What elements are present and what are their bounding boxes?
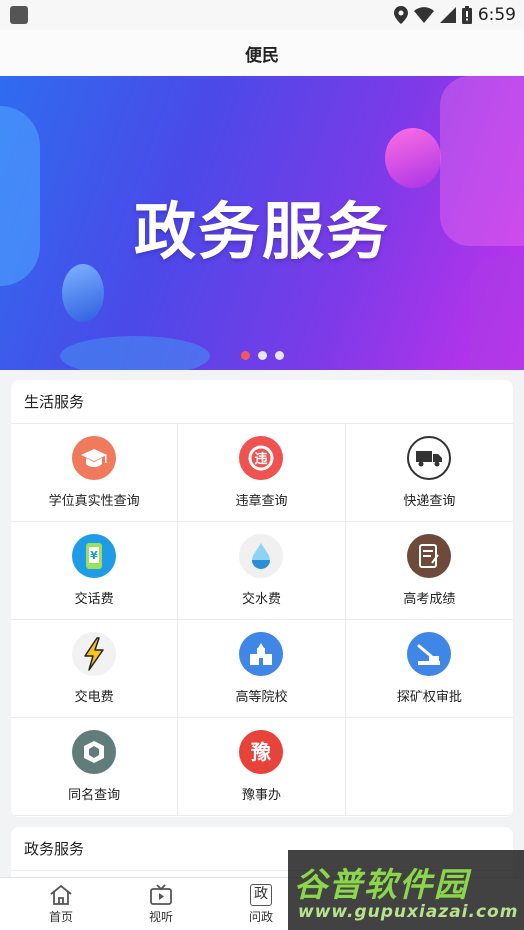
service-water-bill[interactable]: 交水费 <box>178 522 346 620</box>
service-label: 违章查询 <box>235 494 288 509</box>
home-icon <box>50 884 72 905</box>
service-yushiban[interactable]: 豫 豫事办 <box>178 718 346 816</box>
title-bar: 便民 <box>0 30 524 76</box>
service-mining-approval[interactable]: 探矿权审批 <box>345 620 513 718</box>
banner-title: 政务服务 <box>133 195 390 268</box>
tab-home[interactable]: 首页 <box>11 878 111 930</box>
signal-icon <box>439 7 456 23</box>
service-exam-score[interactable]: 高考成绩 <box>345 522 513 620</box>
phone-bill-icon: ¥ <box>72 534 117 578</box>
tab-label: 首页 <box>48 910 73 924</box>
exam-score-icon <box>407 534 452 578</box>
service-label: 学位真实性查询 <box>48 494 140 509</box>
svg-text:违: 违 <box>255 451 268 467</box>
carousel-dot[interactable] <box>240 351 250 360</box>
graduation-cap-icon <box>72 436 117 480</box>
carousel-indicator <box>0 351 524 360</box>
service-label: 交水费 <box>241 592 281 607</box>
service-phone-bill[interactable]: ¥ 交话费 <box>11 522 179 620</box>
svg-text:豫: 豫 <box>251 740 271 764</box>
service-label: 交电费 <box>74 690 114 705</box>
delivery-truck-icon <box>407 436 452 480</box>
service-label: 豫事办 <box>241 788 281 803</box>
service-label: 高等院校 <box>235 690 288 705</box>
service-traffic-violation[interactable]: 违 违章查询 <box>178 424 346 522</box>
watermark-url: www.gupuxiazai.com <box>298 902 519 922</box>
service-degree-verify[interactable]: 学位真实性查询 <box>11 424 179 522</box>
service-label: 高考成绩 <box>403 592 456 607</box>
battery-icon <box>461 6 472 24</box>
service-electricity-bill[interactable]: 交电费 <box>11 620 179 718</box>
service-label: 同名查询 <box>68 788 121 803</box>
same-name-icon <box>72 730 117 774</box>
watermark: 谷普软件园 www.gupuxiazai.com <box>288 850 524 930</box>
location-icon <box>393 6 408 24</box>
wifi-icon <box>413 7 434 23</box>
empty-cell <box>345 718 513 816</box>
banner-carousel[interactable]: 政务服务 <box>0 76 524 370</box>
yushiban-icon: 豫 <box>239 730 284 774</box>
service-label: 探矿权审批 <box>396 690 462 705</box>
svg-text:¥: ¥ <box>90 549 98 562</box>
traffic-violation-icon: 违 <box>239 436 284 480</box>
carousel-dot[interactable] <box>274 351 284 360</box>
service-express-tracking[interactable]: 快递查询 <box>345 424 513 522</box>
watermark-title: 谷普软件园 <box>294 865 469 904</box>
life-services-card: 生活服务 学位真实性查询 违 违章查询 快递查询 ¥ 交话费 交水费 高考成绩 … <box>11 380 513 817</box>
lightning-icon <box>72 632 117 676</box>
mining-approval-icon <box>407 632 452 676</box>
service-same-name[interactable]: 同名查询 <box>11 718 179 816</box>
status-bar: 6:59 <box>0 0 524 30</box>
carousel-dot[interactable] <box>257 351 267 360</box>
service-label: 交话费 <box>74 592 114 607</box>
section-title: 生活服务 <box>11 380 513 424</box>
gov-icon: 政 <box>250 884 272 906</box>
tab-label: 问政 <box>248 910 273 924</box>
tab-label: 视听 <box>148 910 173 924</box>
notification-icon <box>10 6 28 24</box>
service-label: 快递查询 <box>403 494 456 509</box>
services-grid: 学位真实性查询 违 违章查询 快递查询 ¥ 交话费 交水费 高考成绩 交电费 高… <box>11 424 513 816</box>
tab-audiovisual[interactable]: 视听 <box>111 878 211 930</box>
tv-icon <box>150 884 172 905</box>
status-icons: 6:59 <box>393 5 516 25</box>
page-title: 便民 <box>245 45 279 66</box>
status-time: 6:59 <box>477 5 516 25</box>
banner-decoration <box>62 264 104 322</box>
service-university[interactable]: 高等院校 <box>178 620 346 718</box>
banner-decoration <box>385 128 441 188</box>
university-icon <box>239 632 284 676</box>
water-drop-icon <box>239 534 284 578</box>
